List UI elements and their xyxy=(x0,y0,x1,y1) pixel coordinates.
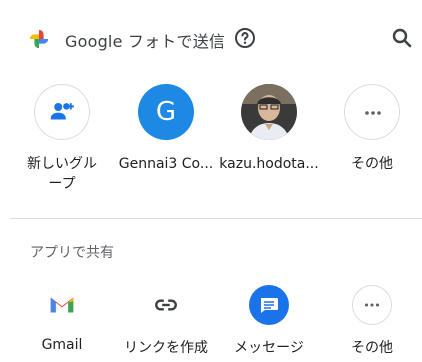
avatar-letter: G xyxy=(155,97,177,127)
app-messages[interactable]: メッセージ xyxy=(219,285,319,357)
app-label: リンクを作成 xyxy=(124,340,208,356)
avatar-photo xyxy=(241,84,297,140)
person-photo-icon xyxy=(241,84,297,140)
more-tile xyxy=(352,285,392,325)
label-line-2: ープ xyxy=(48,176,76,192)
link-icon xyxy=(155,299,177,311)
share-header: Google フォトで送信 xyxy=(10,20,422,60)
app-label: その他 xyxy=(351,340,393,356)
share-sheet: Google フォトで送信 新しいグル ープ G Gennai3 Co... k… xyxy=(10,0,422,362)
section-title: アプリで共有 xyxy=(30,245,114,261)
contact-more[interactable]: その他 xyxy=(322,84,422,174)
help-icon[interactable] xyxy=(233,26,257,50)
contact-gennai3[interactable]: G Gennai3 Co... xyxy=(116,84,216,174)
contact-label-new-group: 新しいグル ープ xyxy=(17,154,107,194)
avatar: G xyxy=(138,84,194,140)
contact-label: kazu.hodota... xyxy=(219,156,319,172)
app-gmail[interactable]: Gmail xyxy=(12,285,112,353)
direct-share-row: 新しいグル ープ G Gennai3 Co... kazu.hodota... … xyxy=(10,80,422,205)
link-tile xyxy=(146,285,186,325)
app-share-row: Gmail リンクを作成 メッセージ その他 xyxy=(10,285,422,362)
more-avatar xyxy=(344,84,400,140)
more-icon xyxy=(364,303,380,307)
gmail-tile xyxy=(42,285,82,325)
more-icon xyxy=(365,111,381,115)
search-icon[interactable] xyxy=(390,26,414,50)
add-group-icon xyxy=(50,103,74,120)
contact-new-group[interactable]: 新しいグル ープ xyxy=(12,84,112,194)
divider xyxy=(10,218,422,219)
messages-icon xyxy=(261,298,278,313)
messages-tile xyxy=(249,285,289,325)
app-more[interactable]: その他 xyxy=(322,285,422,357)
app-label: Gmail xyxy=(41,337,83,353)
google-photos-logo xyxy=(29,29,49,49)
contact-kazu[interactable]: kazu.hodota... xyxy=(219,84,319,174)
label-line-1: 新しいグル xyxy=(27,156,97,172)
app-create-link[interactable]: リンクを作成 xyxy=(116,285,216,357)
share-title: Google フォトで送信 xyxy=(65,32,226,51)
contact-label: Gennai3 Co... xyxy=(118,156,214,172)
app-label: メッセージ xyxy=(234,340,304,356)
gmail-icon xyxy=(50,297,74,313)
contact-label: その他 xyxy=(351,156,393,172)
new-group-avatar xyxy=(34,84,90,140)
